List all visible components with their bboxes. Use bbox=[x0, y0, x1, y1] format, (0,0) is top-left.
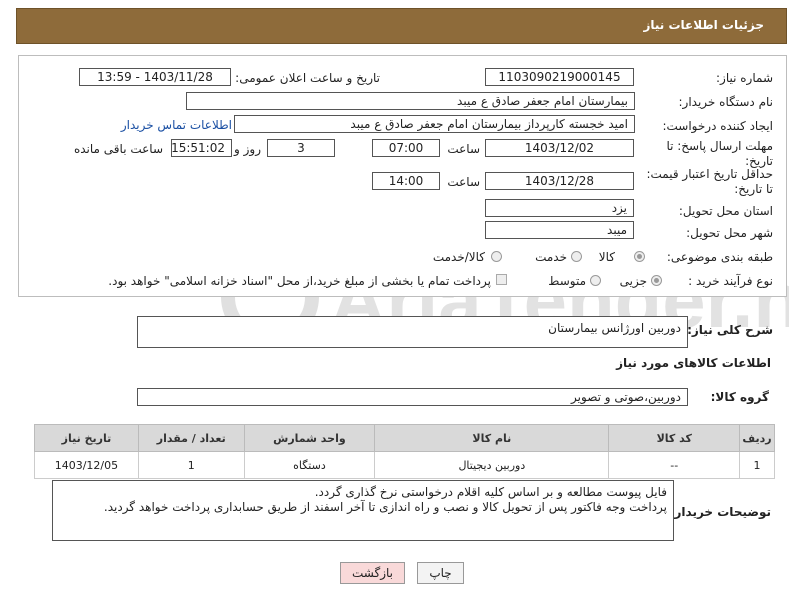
cell-code: -- bbox=[608, 451, 741, 479]
buyer-org-field[interactable]: بیمارستان امام جعفر صادق ع میبد bbox=[186, 92, 635, 110]
buyer-notes-line-2: پرداخت وجه فاکتور پس از تحویل کالا و نصب… bbox=[103, 500, 667, 514]
col-header-unit: واحد شمارش bbox=[243, 424, 376, 452]
cell-name: دوربین دیجیتال bbox=[374, 451, 610, 479]
purchase-radio-medium[interactable] bbox=[590, 275, 601, 286]
category-option-goods: کالا bbox=[598, 250, 615, 264]
reply-time-label: ساعت bbox=[447, 142, 480, 156]
province-field[interactable]: یزد bbox=[485, 199, 634, 217]
validity-date-field[interactable]: 1403/12/28 bbox=[485, 172, 634, 190]
cell-quantity: 1 bbox=[137, 451, 245, 479]
remaining-days-field[interactable]: 3 bbox=[267, 139, 335, 157]
need-number-label: شماره نیاز: bbox=[716, 71, 773, 85]
category-radio-service[interactable] bbox=[571, 251, 582, 262]
buyer-notes-label: توضیحات خریدار: bbox=[669, 505, 771, 519]
city-label: شهر محل تحویل: bbox=[686, 226, 773, 240]
category-radio-goods[interactable] bbox=[634, 251, 645, 262]
reply-time-field[interactable]: 07:00 bbox=[372, 139, 440, 157]
purchase-option-medium: متوسط bbox=[548, 274, 586, 288]
announce-datetime-field[interactable]: 1403/11/28 - 13:59 bbox=[79, 68, 231, 86]
print-button[interactable]: چاپ bbox=[417, 562, 464, 584]
page-header: جزئیات اطلاعات نیاز bbox=[16, 8, 787, 44]
table-header-row: ردیف کد کالا نام کالا واحد شمارش تعداد /… bbox=[34, 424, 775, 452]
remaining-label: ساعت باقی مانده bbox=[73, 142, 163, 156]
price-validity-label: حداقل تاریخ اعتبار قیمت: تا تاریخ: bbox=[646, 167, 773, 196]
col-header-code: کد کالا bbox=[608, 424, 741, 452]
creator-field[interactable]: امید خجسته کارپرداز بیمارستان امام جعفر … bbox=[234, 115, 635, 133]
category-label: طبقه بندی موضوعی: bbox=[666, 250, 773, 264]
col-header-need-date: تاریخ نیاز bbox=[34, 424, 139, 452]
goods-info-title: اطلاعات کالاهای مورد نیاز bbox=[616, 356, 771, 370]
purchase-radio-minor[interactable] bbox=[651, 275, 662, 286]
goods-group-label: گروه کالا: bbox=[710, 390, 769, 404]
remaining-time-field[interactable]: 15:51:02 bbox=[171, 139, 232, 157]
reply-date-field[interactable]: 1403/12/02 bbox=[485, 139, 634, 157]
days-label: روز و bbox=[234, 142, 261, 156]
back-button[interactable]: بازگشت bbox=[340, 562, 405, 584]
cell-row-number: 1 bbox=[739, 451, 775, 479]
buyer-notes-line-1: فایل پیوست مطالعه و بر اساس کلیه اقلام د… bbox=[314, 485, 667, 499]
buyer-notes-field[interactable]: فایل پیوست مطالعه و بر اساس کلیه اقلام د… bbox=[52, 480, 674, 541]
validity-time-field[interactable]: 14:00 bbox=[372, 172, 440, 190]
cell-need-date: 1403/12/05 bbox=[34, 451, 139, 479]
goods-table: ردیف کد کالا نام کالا واحد شمارش تعداد /… bbox=[34, 424, 775, 479]
reply-deadline-label: مهلت ارسال پاسخ: تا تاریخ: bbox=[666, 139, 773, 168]
need-description-field[interactable]: دوربین اورژانس بیمارستان bbox=[137, 316, 688, 348]
city-field[interactable]: میبد bbox=[485, 221, 634, 239]
page-title: جزئیات اطلاعات نیاز bbox=[643, 18, 764, 32]
need-description-label: شرح کلی نیاز: bbox=[687, 323, 773, 337]
creator-label: ایجاد کننده درخواست: bbox=[662, 119, 773, 133]
category-option-goods-service: کالا/خدمت bbox=[432, 250, 485, 264]
col-header-row-number: ردیف bbox=[739, 424, 775, 452]
goods-group-field[interactable]: دوربین،صوتی و تصویر bbox=[137, 388, 688, 406]
treasury-payment-note: پرداخت تمام یا بخشی از مبلغ خرید،از محل … bbox=[108, 274, 491, 288]
cell-unit: دستگاه bbox=[243, 451, 376, 479]
purchase-type-label: نوع فرآیند خرید : bbox=[688, 274, 773, 288]
table-row[interactable]: 1 -- دوربین دیجیتال دستگاه 1 1403/12/05 bbox=[34, 451, 775, 479]
col-header-name: نام کالا bbox=[374, 424, 610, 452]
category-radio-goods-service[interactable] bbox=[491, 251, 502, 262]
category-option-service: خدمت bbox=[535, 250, 567, 264]
need-number-field[interactable]: 1103090219000145 bbox=[485, 68, 634, 86]
buyer-org-label: نام دستگاه خریدار: bbox=[678, 95, 774, 109]
purchase-option-minor: جزیی bbox=[619, 274, 647, 288]
treasury-payment-checkbox[interactable] bbox=[496, 274, 507, 285]
validity-time-label: ساعت bbox=[447, 175, 480, 189]
announce-datetime-label: تاریخ و ساعت اعلان عمومی: bbox=[235, 71, 380, 85]
buyer-contact-link[interactable]: اطلاعات تماس خریدار bbox=[121, 118, 232, 132]
province-label: استان محل تحویل: bbox=[678, 204, 773, 218]
col-header-quantity: تعداد / مقدار bbox=[137, 424, 245, 452]
